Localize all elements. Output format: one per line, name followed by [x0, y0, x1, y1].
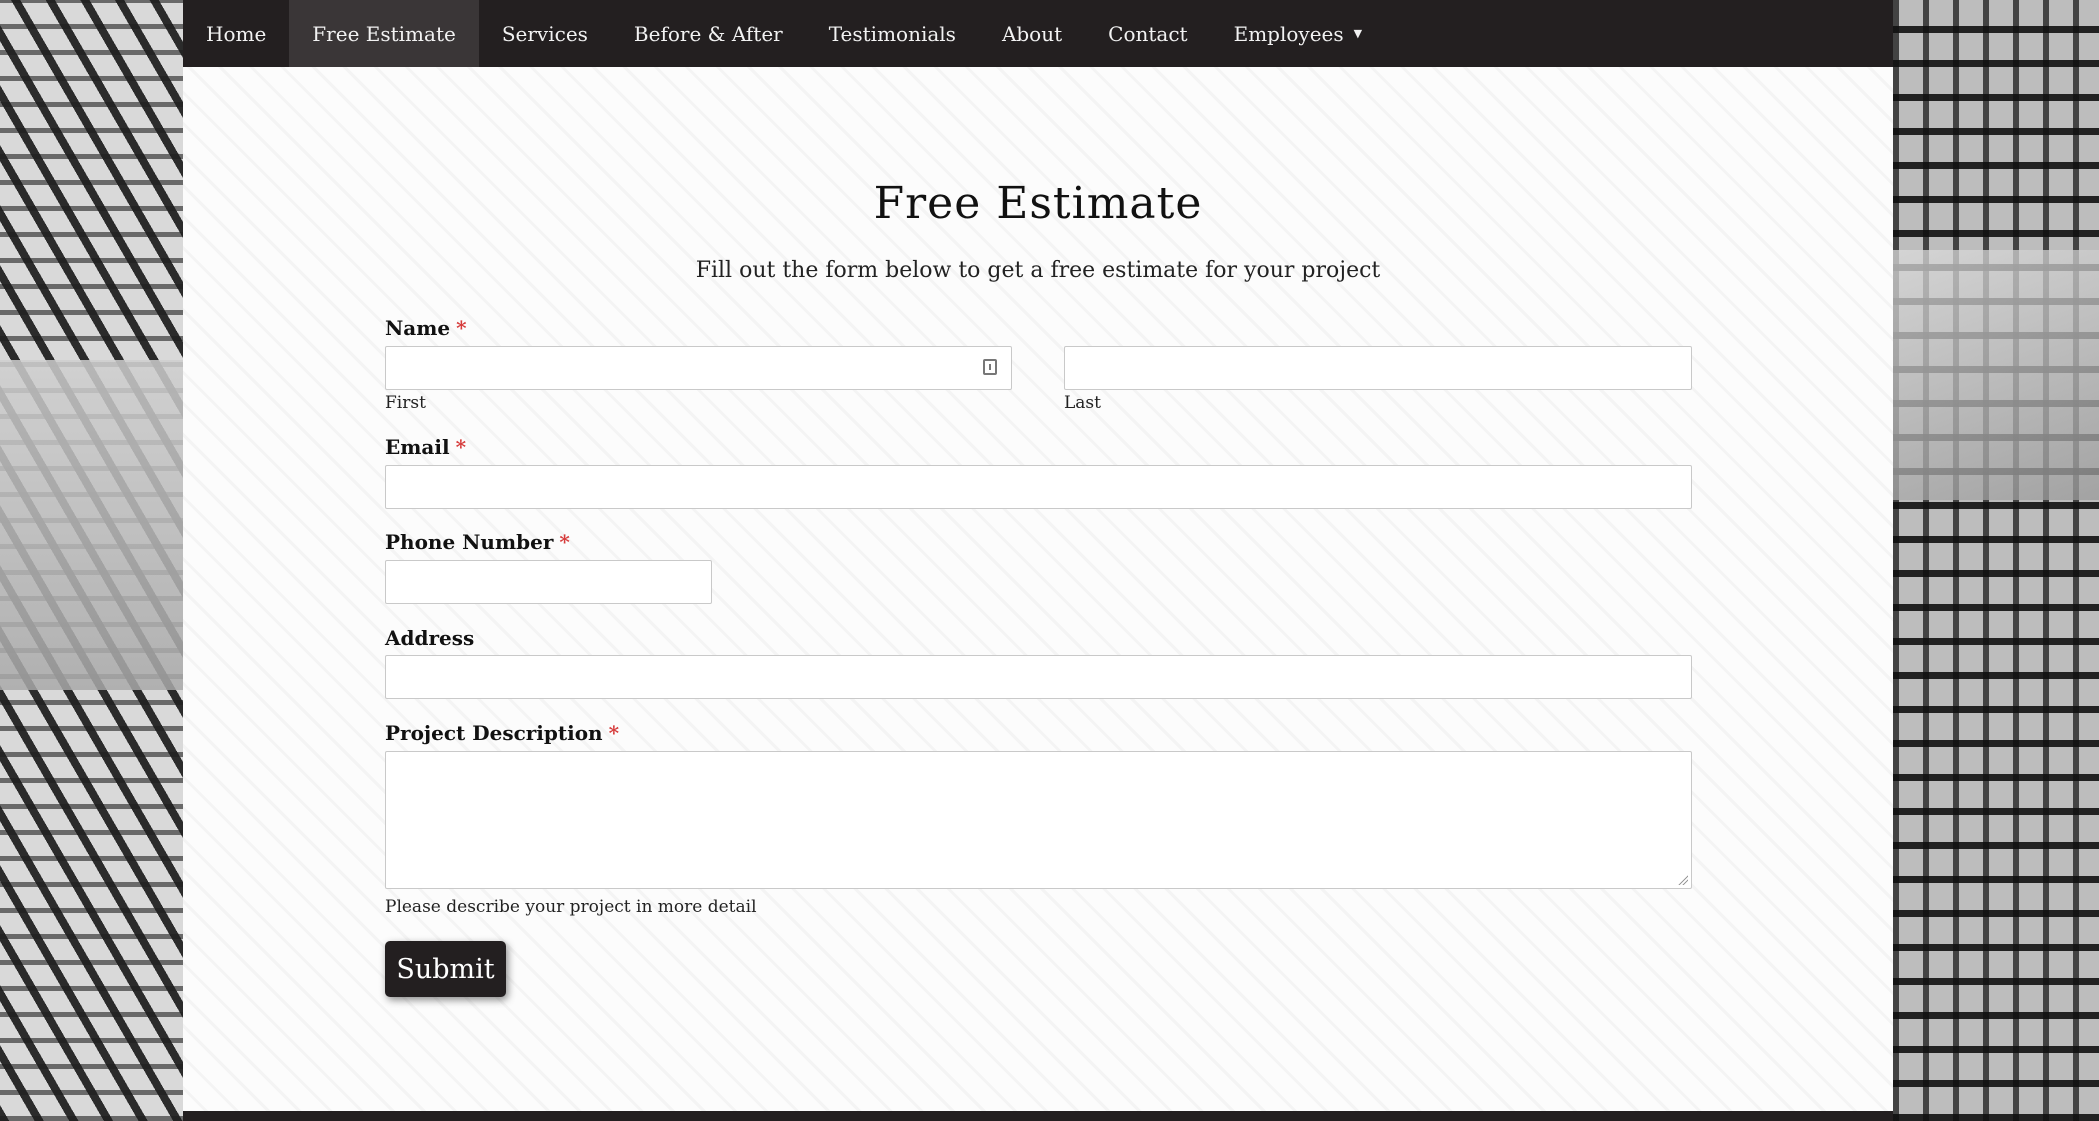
page-title: Free Estimate: [873, 178, 1203, 229]
first-name-sublabel: First: [385, 393, 426, 413]
nav-free-estimate[interactable]: Free Estimate: [289, 0, 479, 67]
dropdown-caret-icon: ▼: [1353, 27, 1363, 40]
project-description-textarea[interactable]: [385, 751, 1692, 889]
nav-employees[interactable]: Employees ▼: [1211, 0, 1386, 67]
resize-handle-icon[interactable]: [1676, 873, 1688, 885]
nav-before-after[interactable]: Before & After: [611, 0, 806, 67]
email-label: Email *: [385, 435, 466, 459]
project-description-label-text: Project Description: [385, 721, 603, 745]
nav-testimonials[interactable]: Testimonials: [806, 0, 979, 67]
phone-label-text: Phone Number: [385, 530, 554, 554]
project-description-label: Project Description *: [385, 721, 619, 745]
required-marker: *: [559, 530, 570, 554]
nav-home-label: Home: [206, 21, 267, 46]
name-label: Name *: [385, 316, 467, 340]
last-name-input[interactable]: [1064, 346, 1692, 390]
address-field[interactable]: [385, 655, 1692, 699]
background-photo-left: [0, 0, 183, 1121]
content-panel: Home Free Estimate Services Before & Aft…: [183, 0, 1893, 1121]
phone-label: Phone Number *: [385, 530, 570, 554]
page-subtitle: Fill out the form below to get a free es…: [695, 258, 1381, 283]
first-name-input[interactable]: [385, 346, 1012, 390]
name-label-text: Name: [385, 316, 451, 340]
background-sky-left: [0, 360, 183, 690]
project-description-help: Please describe your project in more det…: [385, 897, 757, 917]
email-field[interactable]: [385, 465, 1692, 509]
required-marker: *: [455, 435, 467, 459]
nav-home[interactable]: Home: [183, 0, 289, 67]
nav-about-label: About: [1001, 21, 1063, 46]
required-marker: *: [608, 721, 620, 745]
nav-contact-label: Contact: [1108, 21, 1188, 46]
background-sky-right: [1893, 250, 2099, 500]
nav-contact[interactable]: Contact: [1085, 0, 1210, 67]
nav-free-estimate-label: Free Estimate: [312, 21, 456, 46]
nav-testimonials-label: Testimonials: [828, 21, 956, 46]
address-label: Address: [385, 626, 475, 650]
last-name-sublabel: Last: [1064, 393, 1101, 413]
submit-button[interactable]: Submit: [385, 941, 506, 997]
footer-bar: [183, 1111, 1893, 1121]
nav-before-after-label: Before & After: [633, 21, 783, 46]
nav-employees-label: Employees: [1233, 21, 1344, 46]
main-navbar: Home Free Estimate Services Before & Aft…: [183, 0, 1893, 67]
nav-services[interactable]: Services: [479, 0, 611, 67]
background-photo-right: [1893, 0, 2099, 1121]
nav-about[interactable]: About: [979, 0, 1085, 67]
nav-services-label: Services: [501, 21, 588, 46]
required-marker: *: [456, 316, 467, 340]
contact-card-icon[interactable]: [983, 359, 997, 375]
phone-field[interactable]: [385, 560, 712, 604]
email-label-text: Email: [385, 435, 450, 459]
